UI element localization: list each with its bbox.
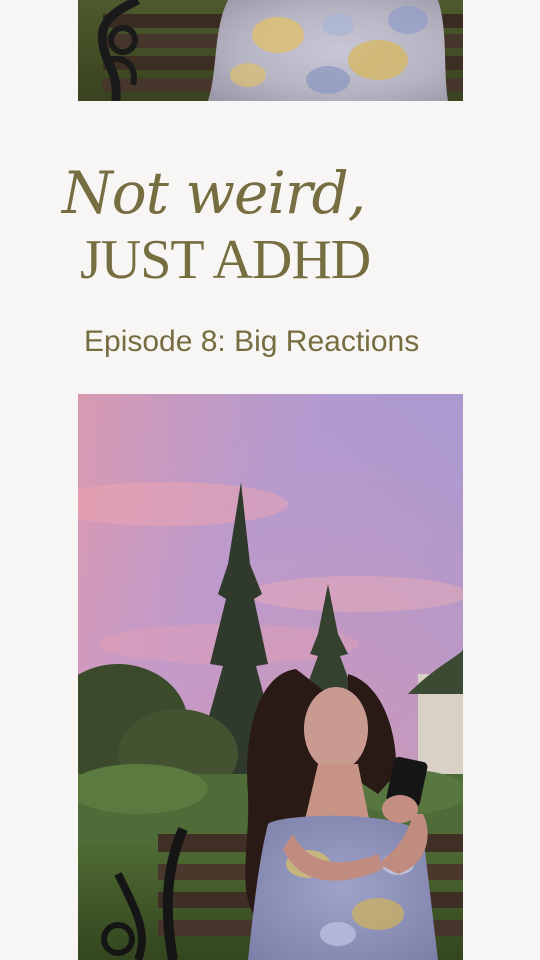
title-line-script: Not weird, xyxy=(62,159,366,227)
bottom-photo-image xyxy=(78,394,463,960)
top-photo xyxy=(78,0,463,101)
title-line-caps: JUST ADHD xyxy=(80,229,371,291)
top-photo-image xyxy=(78,0,463,101)
bottom-photo xyxy=(78,394,463,960)
title-block: Not weird, JUST ADHD xyxy=(0,160,540,300)
episode-subtitle: Episode 8: Big Reactions xyxy=(84,325,420,358)
